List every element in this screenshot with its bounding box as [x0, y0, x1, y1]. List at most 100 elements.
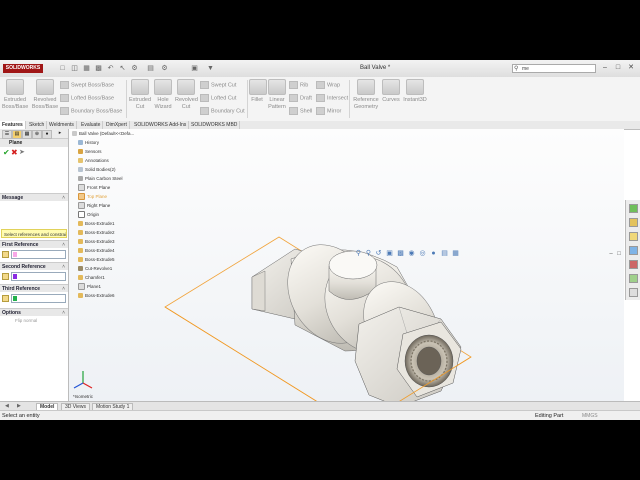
revolved-boss-button[interactable]: Revolved Boss/Base — [31, 79, 59, 111]
tree-root-part[interactable]: Ball Valve (Default<<Defa... — [72, 129, 134, 138]
fillet-button[interactable]: Fillet — [249, 79, 267, 104]
swept-cut-button[interactable]: Swept Cut — [200, 81, 236, 89]
select-icon[interactable]: ↖ — [118, 64, 127, 73]
tab-features[interactable]: Features — [0, 121, 26, 129]
undo-icon[interactable]: ↶ — [106, 64, 115, 73]
tree-item[interactable]: Boss-Extrude3 — [78, 237, 115, 246]
zoom-to-area-icon[interactable]: ⚲ — [364, 249, 373, 258]
tab-scroll-left-icon[interactable]: ◀ — [2, 403, 12, 410]
curves-button[interactable]: Curves — [382, 79, 400, 104]
rib-button[interactable]: Rib — [289, 81, 308, 89]
save-icon[interactable]: ▦ — [82, 64, 91, 73]
tab-dimxpert[interactable]: DimXpert — [104, 121, 130, 129]
tree-item[interactable]: Annotations — [78, 156, 109, 165]
second-reference-selection-box[interactable] — [11, 272, 66, 281]
property-manager-tab-icon[interactable]: ▤ — [12, 130, 22, 139]
revolved-cut-button[interactable]: Revolved Cut — [175, 79, 198, 111]
tree-item[interactable]: Boss-Extrude4 — [78, 246, 115, 255]
tree-item[interactable]: Plain Carbon Steel — [78, 174, 123, 183]
view-options-icon[interactable]: ▣ — [190, 64, 199, 73]
mirror-button[interactable]: Mirror — [316, 107, 341, 115]
solidworks-forum-icon[interactable] — [629, 288, 638, 297]
lofted-boss-button[interactable]: Lofted Boss/Base — [60, 94, 114, 102]
draft-button[interactable]: Draft — [289, 94, 312, 102]
hide-show-icon[interactable]: ◎ — [418, 249, 427, 258]
design-library-icon[interactable] — [629, 218, 638, 227]
reference-geometry-button[interactable]: Reference Geometry — [351, 79, 381, 111]
view-orientation-icon[interactable]: ▩ — [396, 249, 405, 258]
tree-item[interactable]: Cut-Revolve1 — [78, 264, 112, 273]
tree-item[interactable]: Sensors — [78, 147, 102, 156]
first-reference-selection-box[interactable] — [11, 250, 66, 259]
rebuild-icon[interactable]: ⚙ — [130, 64, 139, 73]
tab-evaluate[interactable]: Evaluate — [79, 121, 104, 129]
restore-icon[interactable]: □ — [613, 63, 623, 73]
solidworks-resources-icon[interactable] — [629, 204, 638, 213]
third-reference-field[interactable] — [2, 294, 66, 303]
cancel-button[interactable]: ✖ — [11, 149, 18, 157]
second-reference-field[interactable] — [2, 272, 66, 281]
swept-boss-button[interactable]: Swept Boss/Base — [60, 81, 114, 89]
linear-pattern-button[interactable]: Linear Pattern — [266, 79, 288, 111]
tree-item[interactable]: Boss-Extrude2 — [78, 228, 115, 237]
close-icon[interactable]: ✕ — [626, 63, 636, 73]
intersect-button[interactable]: Intersect — [316, 94, 348, 102]
dimxpert-manager-tab-icon[interactable]: ⊕ — [32, 130, 42, 139]
options-icon[interactable]: ⚙ — [160, 64, 169, 73]
shell-button[interactable]: Shell — [289, 107, 312, 115]
view-settings-icon[interactable]: ▦ — [451, 249, 460, 258]
tree-item[interactable]: Origin — [78, 210, 99, 219]
customize-icon[interactable]: ▼ — [206, 64, 215, 73]
new-document-icon[interactable]: □ — [58, 64, 67, 73]
tab-weldments[interactable]: Weldments — [47, 121, 77, 129]
appearances-icon[interactable] — [629, 260, 638, 269]
first-reference-field[interactable] — [2, 250, 66, 259]
search-input[interactable]: me — [512, 64, 596, 73]
third-reference-selection-box[interactable] — [11, 294, 66, 303]
display-style-icon[interactable]: ◉ — [407, 249, 416, 258]
display-manager-tab-icon[interactable]: ● — [42, 130, 52, 139]
tab-solidworks-add-ins[interactable]: SOLIDWORKS Add-Ins — [132, 121, 190, 129]
tree-item[interactable]: Boss-Extrude1 — [78, 219, 115, 228]
extruded-cut-button[interactable]: Extruded Cut — [129, 79, 151, 111]
tree-item[interactable]: Front Plane — [78, 183, 110, 192]
flip-normal-checkbox[interactable]: Flip normal — [15, 318, 37, 323]
tree-item[interactable]: Solid Bodies(2) — [78, 165, 116, 174]
view-palette-icon[interactable] — [629, 246, 638, 255]
tree-item[interactable]: Chamfer1 — [78, 273, 105, 282]
previous-view-icon[interactable]: ↺ — [374, 249, 383, 258]
open-icon[interactable]: ◫ — [70, 64, 79, 73]
custom-properties-icon[interactable] — [629, 274, 638, 283]
appearance-icon[interactable]: ● — [429, 249, 438, 258]
file-properties-icon[interactable]: ▤ — [146, 64, 155, 73]
options-section-header[interactable]: Options ˄ — [0, 308, 68, 316]
tree-item[interactable]: Boss-Extrude6 — [78, 291, 115, 300]
tab-sketch[interactable]: Sketch — [27, 121, 48, 129]
message-section-header[interactable]: Message ˄ — [0, 193, 68, 201]
tab-scroll-right-icon[interactable]: ▶ — [14, 403, 24, 410]
instant3d-button[interactable]: Instant3D — [402, 79, 428, 104]
tree-item[interactable]: Plane1 — [78, 282, 101, 291]
units-selector[interactable]: MMGS — [582, 412, 598, 420]
feature-manager-tab-icon[interactable]: ☰ — [2, 130, 12, 139]
section-view-icon[interactable]: ▣ — [385, 249, 394, 258]
zoom-to-fit-icon[interactable]: ⚲ — [354, 249, 363, 258]
tree-item[interactable]: Boss-Extrude5 — [78, 255, 115, 264]
boundary-cut-button[interactable]: Boundary Cut — [200, 107, 245, 115]
scene-icon[interactable]: ▤ — [440, 249, 449, 258]
configuration-manager-tab-icon[interactable]: ▦ — [22, 130, 32, 139]
wrap-button[interactable]: Wrap — [316, 81, 340, 89]
tab-solidworks-mbd[interactable]: SOLIDWORKS MBD — [189, 121, 241, 129]
ok-button[interactable]: ✔ — [3, 149, 10, 157]
second-reference-section-header[interactable]: Second Reference ˄ — [0, 262, 68, 270]
print-icon[interactable]: ▩ — [94, 64, 103, 73]
extruded-boss-button[interactable]: Extruded Boss/Base — [2, 79, 28, 111]
hole-wizard-button[interactable]: Hole Wizard — [152, 79, 174, 111]
tree-item[interactable]: Right Plane — [78, 201, 110, 210]
minimize-icon[interactable]: – — [600, 63, 610, 73]
lofted-cut-button[interactable]: Lofted Cut — [200, 94, 236, 102]
file-explorer-icon[interactable] — [629, 232, 638, 241]
tree-item[interactable]: History — [78, 138, 99, 147]
boundary-boss-button[interactable]: Boundary Boss/Base — [60, 107, 122, 115]
first-reference-section-header[interactable]: First Reference ˄ — [0, 240, 68, 248]
